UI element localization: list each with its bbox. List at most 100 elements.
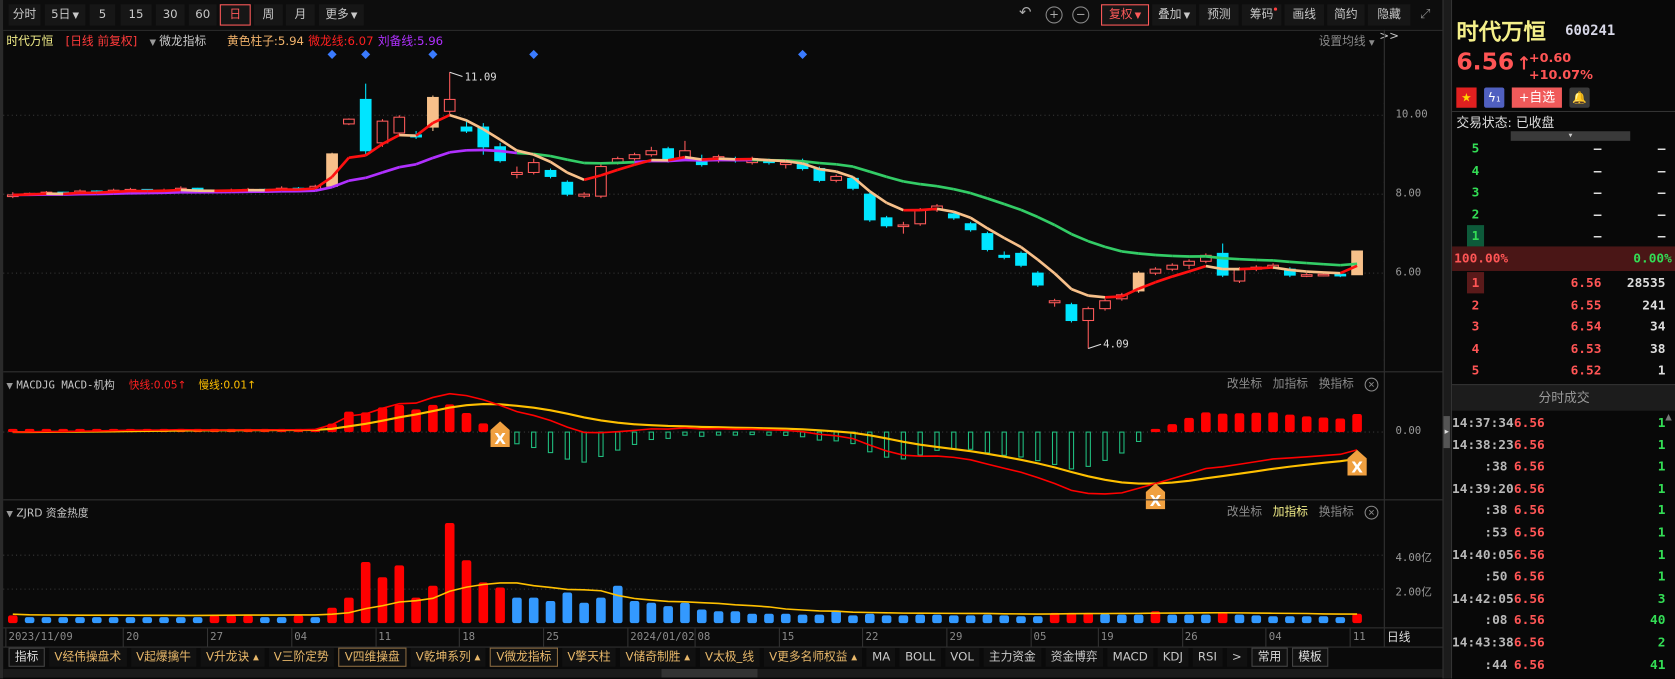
candle[interactable] [1183, 259, 1195, 270]
indicator-tab[interactable]: V微龙指标 [489, 647, 558, 667]
indicator-tab[interactable]: V三阶定势 [268, 647, 335, 667]
heat-bar [932, 614, 942, 624]
tick-time: 14:37:34 [1452, 415, 1514, 430]
chart-plot-area[interactable]: 11.09 4.09 X X X [0, 0, 1384, 627]
candle-body [443, 98, 456, 112]
candle[interactable] [830, 174, 843, 183]
candle[interactable] [527, 158, 540, 175]
candle[interactable] [863, 192, 876, 222]
indicator-tab[interactable]: V太极_线 [699, 647, 760, 667]
candle[interactable] [595, 162, 607, 199]
candle[interactable] [1082, 306, 1095, 349]
candle-body [460, 126, 473, 132]
liubei-line-segment [483, 148, 501, 153]
indicator-tab[interactable]: V储奇制胜 ▴ [620, 647, 696, 667]
close-icon[interactable]: ✕ [1364, 505, 1379, 520]
indicator-tab[interactable]: 资金博弈 [1045, 647, 1103, 667]
change-axis-button[interactable]: 改坐标 [1227, 505, 1262, 519]
tick-row: :53 6.56 1 [1452, 522, 1675, 543]
candle[interactable] [981, 231, 994, 252]
sell-level-row: 5 — — [1452, 138, 1675, 159]
indicator-tab[interactable]: > [1226, 647, 1248, 667]
candle[interactable] [359, 83, 372, 155]
candle[interactable] [628, 152, 641, 161]
candle[interactable] [964, 221, 977, 232]
heat-bar [562, 592, 573, 624]
tick-row: :44 6.56 41 [1452, 654, 1675, 675]
candle-body [1082, 308, 1095, 322]
candle[interactable] [326, 152, 338, 187]
indicator-tab[interactable]: V经伟操盘术 [49, 647, 127, 667]
indicator-tab[interactable]: MA [866, 647, 896, 667]
heat-bar [780, 613, 791, 624]
close-icon[interactable]: ✕ [1364, 377, 1379, 392]
candle[interactable] [1199, 253, 1212, 264]
candle[interactable] [1015, 251, 1027, 268]
indicator-tab[interactable]: 指标 [8, 647, 45, 667]
buy-level-row: 4 6.53 38 [1452, 338, 1675, 359]
liubei-line-segment [1053, 223, 1073, 236]
candle[interactable] [578, 192, 590, 199]
candle[interactable] [998, 251, 1011, 260]
candle[interactable] [561, 180, 574, 197]
macd-bar [581, 431, 587, 463]
candle[interactable] [645, 146, 658, 157]
candle[interactable] [343, 118, 355, 126]
candle[interactable] [544, 168, 557, 179]
switch-indicator-button[interactable]: 换指标 [1319, 377, 1354, 391]
add-indicator-button[interactable]: 加指标 [1273, 505, 1308, 519]
indicator-tab[interactable]: BOLL [899, 647, 941, 667]
candle[interactable] [1065, 302, 1078, 323]
candle-body [880, 217, 893, 227]
candle[interactable] [511, 166, 523, 179]
indicator-tab[interactable]: MACD [1107, 647, 1154, 667]
indicator-tab[interactable]: V四维操盘 [338, 647, 407, 667]
indicator-tab[interactable]: 常用 [1251, 647, 1288, 667]
heat-bar [108, 617, 119, 624]
candle[interactable] [1099, 298, 1111, 311]
candle-body [343, 118, 355, 125]
macd-header: ▼ MACDJG MACD-机构 快线:0.05↑ 慢线:0.01↑ [6, 376, 256, 392]
collapse-arrow-icon[interactable]: ▸ [1443, 416, 1450, 449]
indicator-tab[interactable]: RSI [1192, 647, 1223, 667]
price-tick-label: 10.00 [1395, 108, 1428, 121]
candle[interactable] [1048, 298, 1061, 307]
change-axis-button[interactable]: 改坐标 [1227, 377, 1262, 391]
candle[interactable] [393, 115, 406, 135]
candle[interactable] [443, 72, 456, 116]
china-flag-icon[interactable]: ★ [1456, 87, 1477, 108]
candle[interactable] [1031, 271, 1044, 287]
indicator-tab[interactable]: 主力资金 [983, 647, 1042, 667]
indicator-tab[interactable]: 模板 [1291, 647, 1329, 667]
weilong-line-segment [1239, 267, 1257, 271]
scrollbar-thumb[interactable] [661, 668, 758, 678]
switch-indicator-button[interactable]: 换指标 [1319, 505, 1354, 519]
candle[interactable] [880, 215, 893, 228]
zjrd-actions: 改坐标 加指标 换指标 ✕ [1227, 503, 1389, 520]
indicator-tab[interactable]: V更多名师权益 ▴ [763, 647, 863, 667]
heat-bar [680, 602, 690, 624]
caret-down-icon[interactable]: ▼ [6, 381, 13, 391]
indicator-tab[interactable]: VOL [944, 647, 980, 667]
candle[interactable] [1216, 243, 1229, 278]
lightning-icon[interactable]: ϟ1 [1484, 87, 1505, 108]
caret-down-icon[interactable]: ▼ [6, 509, 13, 519]
candle[interactable] [1149, 267, 1162, 276]
date-label: 05 [1030, 628, 1046, 647]
candle[interactable] [1300, 273, 1313, 278]
add-watchlist-button[interactable]: +自选 [1511, 87, 1562, 108]
indicator-tab[interactable]: V乾坤系列 ▴ [410, 647, 486, 667]
cross-x-icon: X [1150, 492, 1162, 510]
indicator-tab[interactable]: V起爆擒牛 [130, 647, 197, 667]
heat-bar [478, 582, 489, 624]
candle[interactable] [1166, 263, 1179, 272]
indicator-tab[interactable]: V升龙诀 ▴ [200, 647, 265, 667]
quote-stock-code: 600241 [1565, 23, 1616, 40]
candle[interactable] [897, 221, 910, 234]
indicator-tab[interactable]: KDJ [1157, 647, 1189, 667]
heat-bar [898, 615, 909, 624]
add-indicator-button[interactable]: 加指标 [1273, 377, 1308, 391]
bell-icon[interactable]: 🔔 [1569, 87, 1590, 108]
fullscreen-icon[interactable]: ⤢ [1420, 6, 1430, 22]
indicator-tab[interactable]: V擎天柱 [561, 647, 616, 667]
